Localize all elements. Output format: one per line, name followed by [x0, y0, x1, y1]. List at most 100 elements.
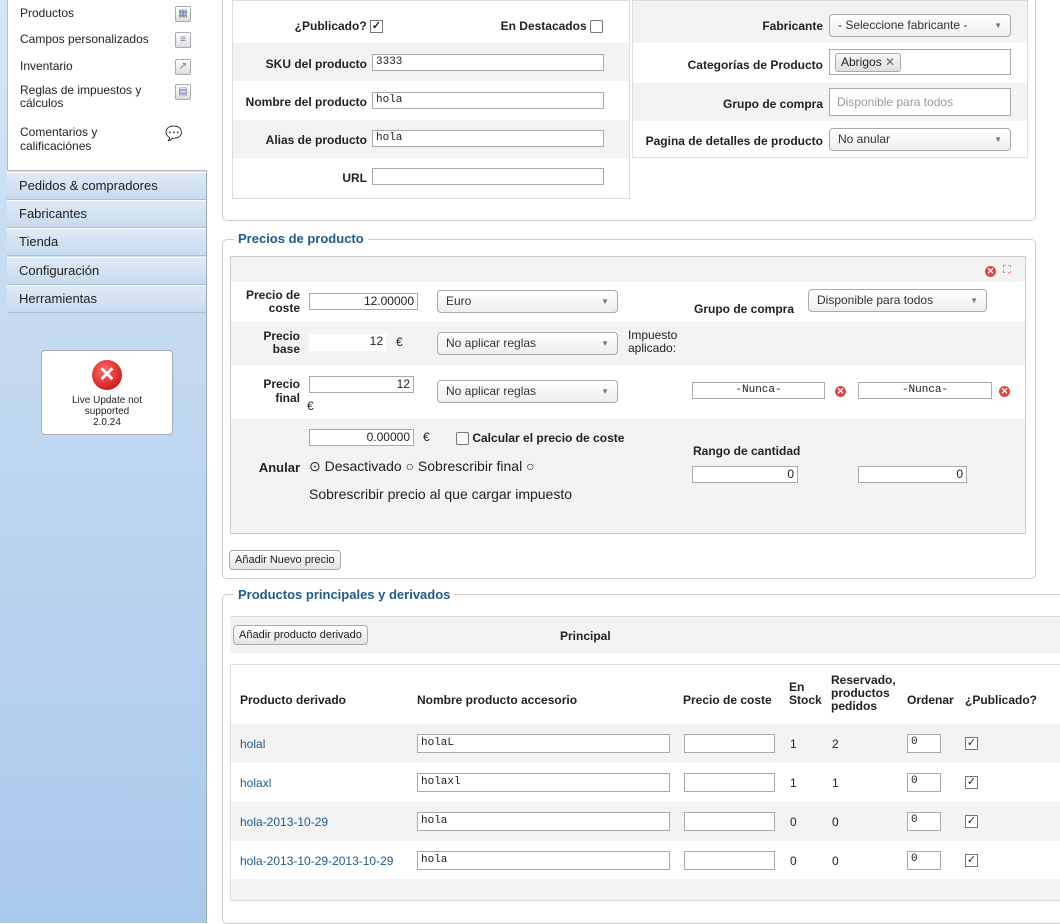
categories-input[interactable]: Abrigos ✕ [829, 49, 1011, 75]
price-group-select[interactable]: Disponible para todos ▼ [808, 289, 987, 312]
qty-range-label: Rango de cantidad [693, 444, 801, 458]
submenu-item-custom-fields[interactable]: Campos personalizados ≡ [20, 32, 198, 48]
child-link[interactable]: hola-2013-10-29-2013-10-29 [240, 854, 393, 868]
currency-select[interactable]: Euro ▼ [437, 290, 618, 313]
sku-label: SKU del producto [265, 57, 367, 71]
published-checkbox[interactable]: ✓ [965, 737, 978, 750]
name-input[interactable]: hola [372, 92, 604, 109]
radio-override-final[interactable]: ○ [406, 458, 414, 474]
qty-to-input[interactable]: 0 [858, 466, 967, 483]
add-child-button[interactable]: Añadir producto derivado [233, 625, 368, 645]
base-price-input[interactable]: 12 [309, 334, 386, 351]
base-rule-value: No aplicar reglas [446, 336, 537, 350]
nav-configuration[interactable]: Configuración [7, 257, 206, 285]
final-price-label-1: Precio [263, 377, 300, 391]
qty-from-input[interactable]: 0 [692, 466, 798, 483]
order-input[interactable]: 0 [907, 773, 941, 792]
published-checkbox[interactable]: ✓ [370, 20, 383, 34]
child-link[interactable]: holaxl [240, 776, 271, 790]
published-checkbox[interactable]: ✓ [965, 815, 978, 828]
final-price-input[interactable]: 12 [309, 376, 414, 393]
expand-icon[interactable]: ⛶ [1003, 264, 1011, 277]
chevron-down-icon: ▼ [970, 296, 978, 305]
published-checkbox[interactable]: ✓ [965, 854, 978, 867]
final-price-label: Precio final [231, 377, 300, 405]
col-child: Producto derivado [240, 693, 347, 707]
col-cost: Precio de coste [683, 693, 772, 707]
cost-price-label-2: coste [268, 301, 300, 315]
reserved-value: 0 [832, 854, 839, 868]
cost-input[interactable] [684, 812, 775, 831]
radio-override-final-label: Sobrescribir final [417, 458, 523, 474]
submenu-item-products[interactable]: Productos ▦ [20, 6, 198, 22]
nav-store[interactable]: Tienda [7, 228, 206, 256]
sku-input[interactable]: 3333 [372, 54, 604, 71]
stock-value: 0 [790, 815, 797, 829]
published-label-text: ¿Publicado? [294, 19, 367, 33]
calc-cost-option[interactable]: Calcular el precio de coste [456, 431, 624, 446]
final-rule-select[interactable]: No aplicar reglas ▼ [437, 380, 618, 403]
sidebar: Productos ▦ Campos personalizados ≡ Inve… [0, 0, 207, 923]
date-end-input[interactable]: -Nunca- [858, 382, 992, 399]
cost-price-input[interactable]: 12.00000 [309, 293, 418, 310]
manufacturer-select[interactable]: - Seleccione fabricante - ▼ [829, 14, 1011, 37]
col-in-stock: En Stock [789, 681, 822, 707]
override-label: Anular [258, 460, 300, 475]
shopper-group-label: Grupo de compra [722, 97, 823, 111]
accessory-name-input[interactable]: holaL [417, 734, 670, 753]
shopper-group-input[interactable]: Disponible para todos [829, 88, 1011, 116]
clear-date-start-icon[interactable]: ✕ [835, 386, 846, 397]
published-checkbox[interactable]: ✓ [965, 776, 978, 789]
cost-input[interactable] [684, 773, 775, 792]
remove-tag-icon[interactable]: ✕ [885, 55, 895, 69]
radio-disabled[interactable]: ⊙ [309, 458, 321, 474]
accessory-name-input[interactable]: holaxl [417, 773, 670, 792]
nav-manufacturers[interactable]: Fabricantes [7, 200, 206, 228]
chevron-down-icon: ▼ [601, 297, 609, 306]
calc-cost-checkbox[interactable] [456, 432, 469, 446]
details-page-select[interactable]: No anular ▼ [829, 128, 1011, 151]
child-link[interactable]: hola-2013-10-29 [240, 815, 328, 829]
final-rule-value: No aplicar reglas [446, 384, 537, 398]
order-input[interactable]: 0 [907, 812, 941, 831]
accessory-name-input[interactable]: hola [417, 812, 670, 831]
cost-input[interactable] [684, 851, 775, 870]
radio-override-tax-label: Sobrescribir precio al que cargar impues… [309, 486, 573, 502]
nav-orders[interactable]: Pedidos & compradores [7, 172, 206, 200]
manufacturer-value: - Seleccione fabricante - [838, 18, 968, 32]
base-rule-select[interactable]: No aplicar reglas ▼ [437, 332, 618, 355]
col-accessory-name: Nombre producto accesorio [417, 693, 578, 707]
submenu-item-label: Comentarios y calificaciónes [20, 125, 98, 153]
submenu-item-inventory[interactable]: Inventario ↗ [20, 59, 198, 75]
stock-value: 1 [790, 776, 797, 790]
clear-date-end-icon[interactable]: ✕ [999, 386, 1010, 397]
order-input[interactable]: 0 [907, 851, 941, 870]
base-price-label-2: base [272, 342, 300, 356]
chevron-down-icon: ▼ [601, 339, 609, 348]
date-start-input[interactable]: -Nunca- [692, 382, 825, 399]
comments-icon: 💬 [165, 125, 183, 141]
radio-override-tax[interactable]: ○ [526, 458, 534, 474]
radio-disabled-label: Desactivado [324, 458, 402, 474]
variants-toolbar: Añadir producto derivado Principal [230, 616, 1060, 653]
delete-price-icon[interactable]: ✕ [985, 266, 996, 277]
accessory-name-input[interactable]: hola [417, 851, 670, 870]
nav-tools[interactable]: Herramientas [7, 285, 206, 313]
cost-input[interactable] [684, 734, 775, 753]
published-label: ¿Publicado? ✓ [283, 19, 383, 34]
category-tag[interactable]: Abrigos ✕ [835, 53, 902, 72]
inventory-icon: ↗ [175, 59, 191, 75]
add-price-button[interactable]: Añadir Nuevo precio [229, 550, 341, 570]
override-price-input[interactable]: 0.00000 [309, 429, 414, 446]
product-meta-box: Fabricante - Seleccione fabricante - ▼ C… [632, 0, 1028, 158]
order-input[interactable]: 0 [907, 734, 941, 753]
child-link[interactable]: holal [240, 737, 265, 751]
reserved-value: 1 [832, 776, 839, 790]
alias-input[interactable]: hola [372, 130, 604, 147]
submenu-item-comments[interactable]: Comentarios y calificaciónes [20, 125, 140, 153]
submenu-item-tax-rules[interactable]: Reglas de impuestos y cálculos [20, 84, 150, 110]
submenu-item-label: Productos [20, 6, 75, 20]
featured-checkbox[interactable] [590, 20, 603, 34]
url-input[interactable] [372, 168, 604, 185]
details-page-value: No anular [838, 132, 891, 146]
